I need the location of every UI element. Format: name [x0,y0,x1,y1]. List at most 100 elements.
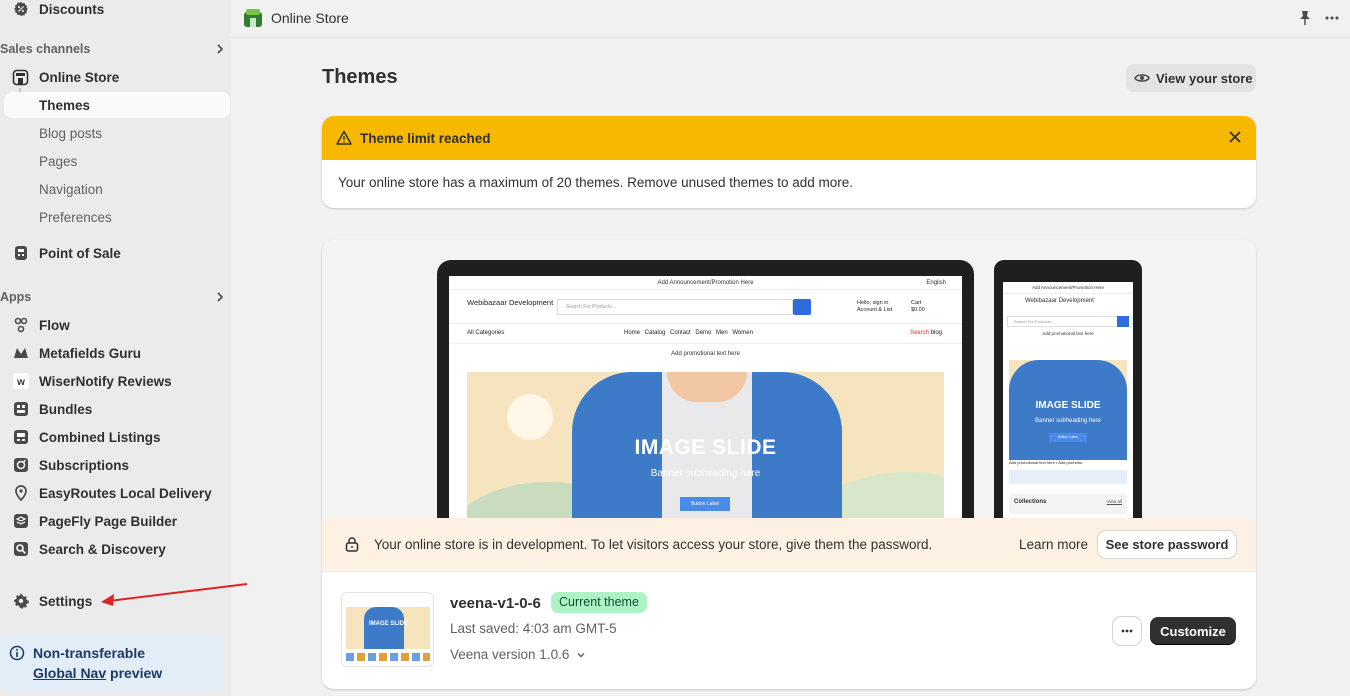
sidebar-item-label: PageFly Page Builder [39,513,178,529]
learn-more-link[interactable]: Learn more [1019,537,1088,552]
wisernotify-icon: w [12,373,29,390]
theme-thumbnail: IMAGE SLIDE [341,592,434,667]
annotation-arrow-icon [101,583,248,606]
chevron-down-icon [577,652,585,658]
pagefly-icon [12,513,29,530]
easyroutes-icon [12,485,29,502]
preview-promo: Add promotional text here [671,351,740,357]
theme-preview[interactable]: Add Announcement/Promotion Here English … [322,240,1256,518]
close-icon[interactable] [1228,130,1242,144]
gear-icon [12,593,29,610]
preview-brand: Webibazaar Development [467,298,554,307]
preview-announcement-text: Add Announcement/Promotion Here [657,279,754,286]
notice-line1: Non-transferable [33,645,146,661]
store-icon [12,69,29,86]
top-bar-title: Online Store [271,10,349,26]
apps-header[interactable]: Apps [0,288,230,308]
phone-brand: Webibazaar Development [1025,298,1094,304]
notice-line2-rest: preview [106,665,163,681]
more-actions-icon[interactable] [1324,10,1340,29]
theme-version: Veena version 1.0.6 [450,647,570,662]
preview-search-link: Search blog [909,330,942,336]
sidebar-item-app[interactable]: Search & Discovery [0,536,230,562]
sidebar-item-label: Navigation [39,181,103,197]
theme-actions-button[interactable] [1113,617,1141,645]
bundles-icon [12,401,29,418]
sidebar-item-app[interactable]: Flow [0,312,230,338]
chevron-right-icon [217,44,224,54]
sidebar-item-label: Settings [39,593,93,609]
sidebar-item-themes[interactable]: Themes [4,92,230,118]
phone-search: Search For Products... [1007,316,1129,327]
eye-icon [1134,74,1150,82]
sidebar-item-label: Subscriptions [39,457,130,473]
sidebar-item-label: Discounts [39,1,105,17]
info-icon [9,645,25,664]
phone-promo: Add promotional text here [1042,331,1094,336]
sidebar-item-label: Themes [39,97,91,113]
view-store-button[interactable]: View your store [1126,64,1256,92]
sidebar-item-app[interactable]: Combined Listings [0,424,230,450]
sidebar-item-point-of-sale[interactable]: Point of Sale [0,240,230,266]
sidebar-item-label: Search & Discovery [39,541,166,557]
sales-channels-header[interactable]: Sales channels [0,40,230,60]
sidebar-item-app[interactable]: PageFly Page Builder [0,508,230,534]
theme-version-toggle[interactable]: Veena version 1.0.6 [450,647,587,662]
phone-carousel-dots [1009,470,1127,484]
sidebar-item-label: WiserNotify Reviews [39,373,172,389]
preview-hero-title: IMAGE SLIDE [634,436,777,459]
preview-cart: Cart $0.00 [911,300,925,313]
page-title: Themes [322,66,398,88]
sidebar-item-app[interactable]: Subscriptions [0,452,230,478]
preview-all-categories: All Categories [467,330,505,336]
more-horizontal-icon [1121,629,1133,633]
sales-channels-label: Sales channels [0,42,91,56]
last-saved: Last saved: 4:03 am GMT-5 [450,621,617,636]
theme-limit-banner: Theme limit reached Your online store ha… [322,116,1256,208]
phone-hero-button: Button Label [1049,433,1087,442]
preview-hero-subtitle: Banner subheading here [650,468,761,479]
sidebar-item-app[interactable]: Metafields Guru [0,340,230,366]
theme-details: IMAGE SLIDE veena-v1-0-6 Current theme L… [322,571,1256,689]
mobile-preview: Add Announcement/Promotion Here Webibaza… [994,260,1142,518]
sidebar-item-app[interactable]: EasyRoutes Local Delivery [0,480,230,506]
sidebar-item-navigation[interactable]: Navigation [0,176,230,202]
sidebar-item-label: Point of Sale [39,245,121,261]
sidebar-item-label: Pages [39,153,78,169]
see-store-password-button[interactable]: See store password [1098,531,1236,558]
online-store-app-icon [243,8,263,31]
global-nav-link[interactable]: Global Nav [33,665,106,681]
sidebar-item-blog-posts[interactable]: Blog posts [0,120,230,146]
phone-hero-subtitle: Banner subheading here [1035,418,1101,424]
sidebar-item-label: Bundles [39,401,93,417]
preview-menu: Home Catalog Contact Demo Men Women [624,330,753,336]
preview-account: Hello, sign in Account & List [857,300,893,313]
svg-text:w: w [16,377,25,388]
sidebar-item-label: EasyRoutes Local Delivery [39,485,212,501]
preview-hero: IMAGE SLIDE Banner subheading here Butto… [467,372,944,518]
phone-hero-title: IMAGE SLIDE [1035,400,1101,411]
sidebar-item-preferences[interactable]: Preferences [0,204,230,230]
preview-announcement: Add Announcement/Promotion Here English [449,276,962,290]
desktop-preview: Add Announcement/Promotion Here English … [437,260,974,518]
thumbnail-hero-title: IMAGE SLIDE [368,621,408,627]
phone-collections: Collections View all [1009,494,1127,514]
search-discovery-icon [12,541,29,558]
warning-icon [336,130,352,145]
pin-icon[interactable] [1298,10,1312,29]
preview-search: Search For Products... [557,299,793,315]
sidebar-item-online-store[interactable]: Online Store [0,64,230,90]
preview-hero-button: Button Label [680,497,730,511]
banner-title: Theme limit reached [360,130,491,146]
metafields-guru-icon [12,345,29,362]
customize-button[interactable]: Customize [1150,617,1236,645]
sidebar-item-discounts[interactable]: Discounts [0,0,230,22]
pos-icon [12,245,29,262]
sidebar-item-pages[interactable]: Pages [0,148,230,174]
sidebar-item-app[interactable]: Bundles [0,396,230,422]
sidebar-item-app[interactable]: w WiserNotify Reviews [0,368,230,394]
banner-message: Your online store has a maximum of 20 th… [338,175,854,190]
development-message: Your online store is in development. To … [374,537,933,552]
view-store-label: View your store [1156,70,1253,86]
preview-search-button [793,299,811,315]
